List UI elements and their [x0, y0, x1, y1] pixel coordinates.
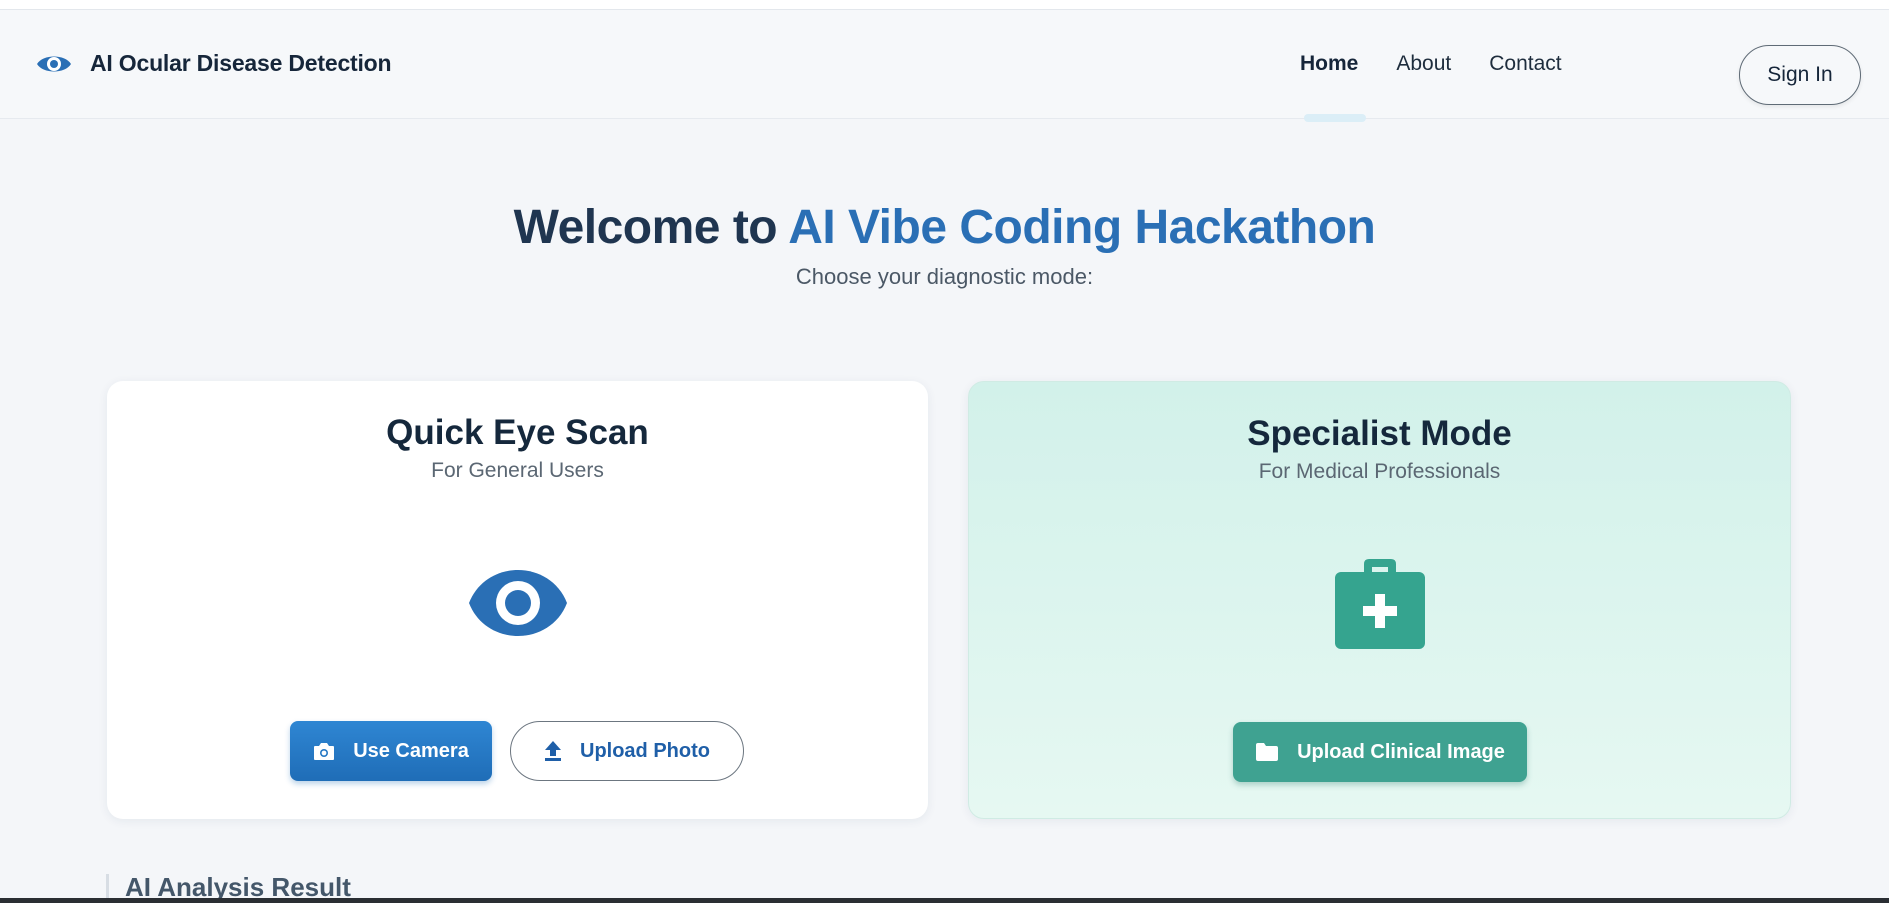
upload-photo-label: Upload Photo [580, 739, 710, 762]
eye-icon [37, 56, 71, 71]
specialist-title: Specialist Mode [1247, 414, 1512, 453]
quick-scan-card: Quick Eye Scan For General Users Use Cam… [107, 381, 928, 819]
brand[interactable]: AI Ocular Disease Detection [36, 50, 392, 77]
use-camera-label: Use Camera [353, 739, 469, 762]
bottom-bar [0, 898, 1889, 903]
nav-contact[interactable]: Contact [1489, 52, 1561, 76]
use-camera-button[interactable]: Use Camera [290, 721, 492, 781]
folder-icon [1256, 743, 1279, 761]
main-nav: Home About Contact [1300, 52, 1600, 76]
brand-title: AI Ocular Disease Detection [90, 50, 392, 76]
hero-title: Welcome to AI Vibe Coding Hackathon [0, 200, 1889, 255]
eye-icon [468, 570, 567, 636]
hero-title-prefix: Welcome to [513, 201, 789, 254]
top-strip [0, 0, 1889, 10]
nav-active-indicator [1304, 114, 1366, 122]
camera-icon [314, 743, 335, 760]
quick-scan-title: Quick Eye Scan [386, 413, 649, 452]
nav-about[interactable]: About [1396, 52, 1451, 76]
upload-clinical-image-label: Upload Clinical Image [1297, 740, 1505, 763]
nav-home[interactable]: Home [1300, 52, 1358, 76]
hero-title-accent: AI Vibe Coding Hackathon [788, 201, 1376, 254]
hero-subtitle: Choose your diagnostic mode: [795, 264, 1094, 289]
site-header: AI Ocular Disease Detection Home About C… [0, 10, 1889, 122]
specialist-subtitle: For Medical Professionals [1258, 460, 1501, 483]
sign-in-button[interactable]: Sign In [1739, 45, 1861, 105]
upload-photo-button[interactable]: Upload Photo [510, 721, 744, 781]
upload-clinical-image-button[interactable]: Upload Clinical Image [1233, 722, 1527, 782]
specialist-card: Specialist Mode For Medical Professional… [968, 381, 1791, 819]
quick-scan-subtitle: For General Users [431, 459, 604, 482]
upload-icon [545, 741, 561, 761]
page: AI Ocular Disease Detection Home About C… [0, 0, 1889, 903]
medical-kit-icon [1334, 559, 1425, 649]
